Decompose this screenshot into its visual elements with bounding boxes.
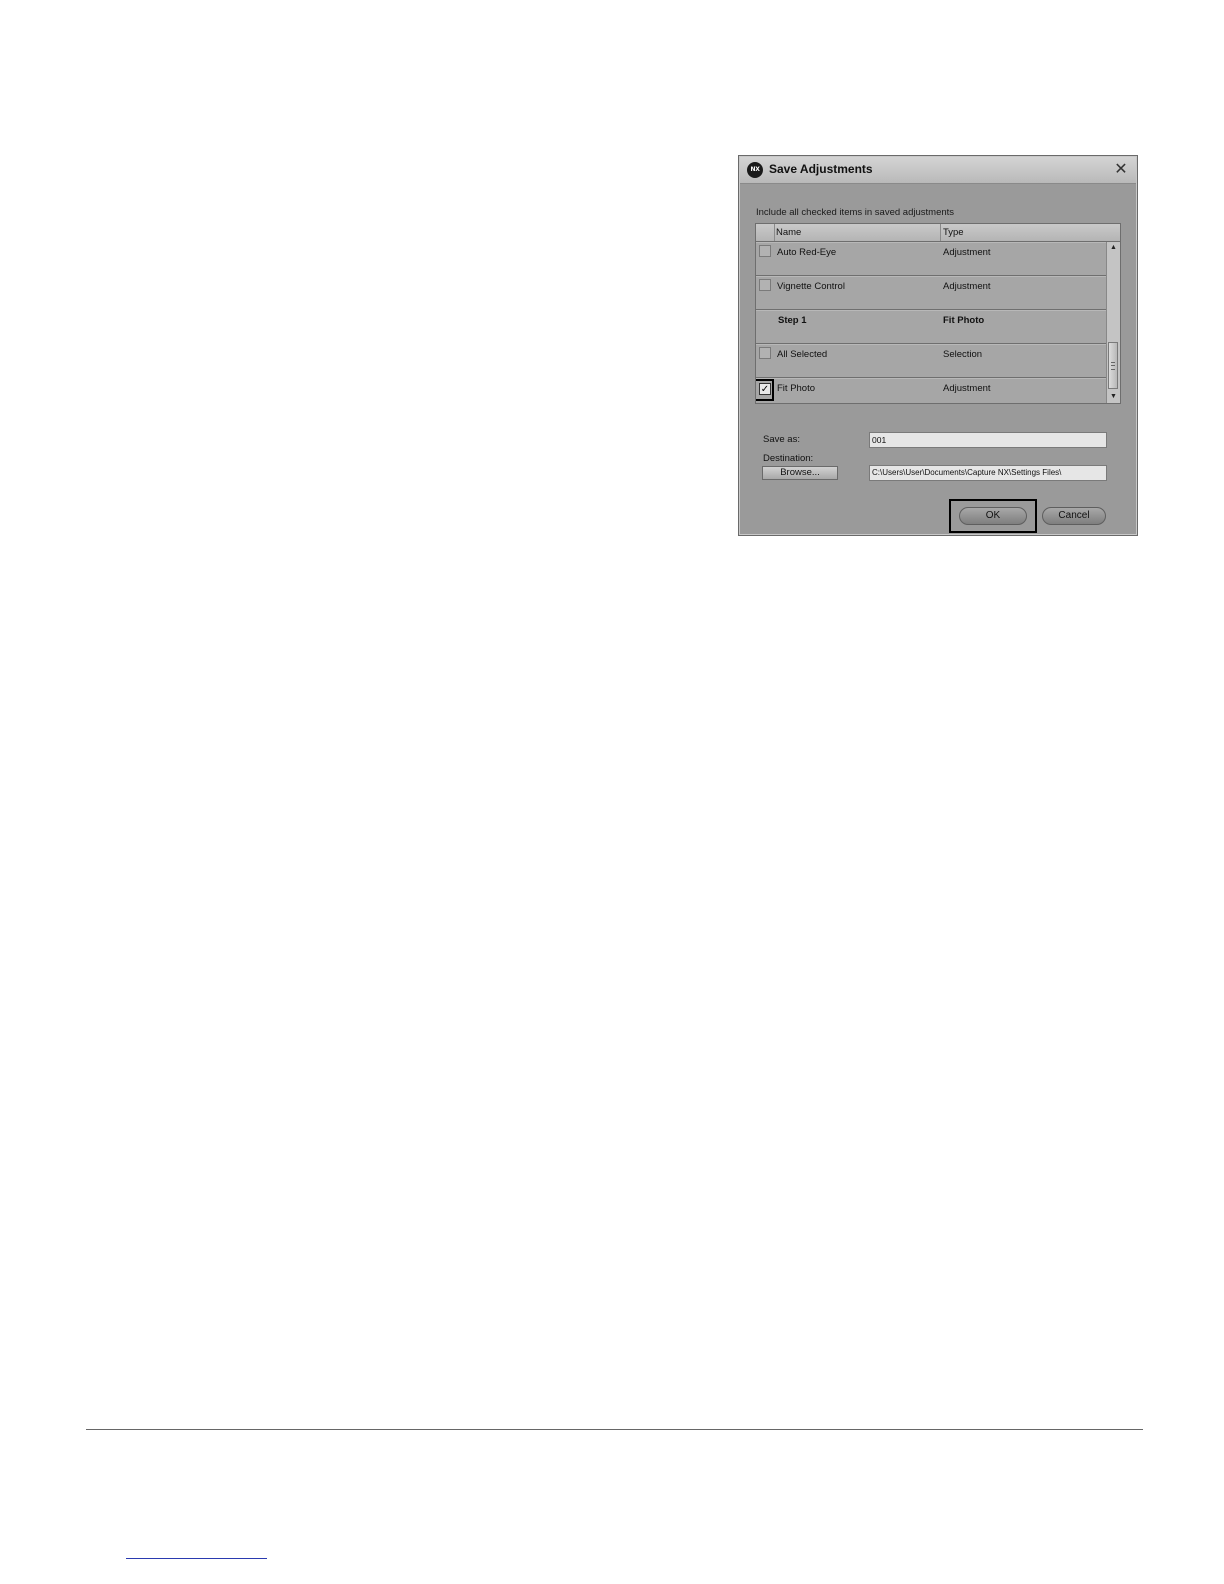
row-name: Vignette Control	[777, 281, 845, 292]
save-adjustments-dialog: NX Save Adjustments ✕ Include all checke…	[738, 155, 1138, 536]
table-body: Auto Red-Eye Adjustment Vignette Control…	[756, 242, 1107, 403]
save-as-input[interactable]: 001	[869, 432, 1107, 448]
browse-button[interactable]: Browse...	[762, 466, 838, 480]
destination-label: Destination:	[763, 453, 814, 464]
row-type: Fit Photo	[943, 315, 985, 326]
row-name: All Selected	[777, 349, 828, 360]
vertical-scrollbar[interactable]: ▲ ▼	[1106, 242, 1120, 403]
close-icon[interactable]: ✕	[1112, 160, 1130, 178]
row-type: Adjustment	[943, 281, 991, 292]
scrollbar-thumb[interactable]	[1108, 342, 1118, 389]
row-name: Auto Red-Eye	[777, 247, 837, 258]
cancel-button[interactable]: Cancel	[1042, 507, 1106, 525]
table-row[interactable]: Vignette Control Adjustment	[756, 276, 1107, 310]
column-header-type[interactable]: Type	[943, 227, 964, 238]
scroll-up-icon[interactable]: ▲	[1107, 242, 1120, 254]
column-header-name[interactable]: Name	[776, 227, 801, 238]
row-type: Selection	[943, 349, 983, 360]
scroll-down-icon[interactable]: ▼	[1107, 391, 1120, 403]
table-row[interactable]: ✓ Fit Photo Adjustment	[756, 378, 1107, 403]
save-as-label: Save as:	[763, 434, 800, 445]
callout-highlight-box	[949, 499, 1037, 533]
footer-link-underline[interactable]	[126, 1558, 267, 1559]
table-header: Name Type	[756, 224, 1120, 242]
header-check-column	[756, 224, 775, 241]
instruction-text: Include all checked items in saved adjus…	[756, 207, 955, 218]
dialog-titlebar[interactable]: NX Save Adjustments ✕	[740, 157, 1136, 184]
footer-divider	[86, 1429, 1143, 1430]
row-name: Fit Photo	[777, 383, 816, 394]
dialog-title: Save Adjustments	[769, 162, 873, 176]
table-row[interactable]: Auto Red-Eye Adjustment	[756, 242, 1107, 276]
row-type: Adjustment	[943, 247, 991, 258]
row-checkbox[interactable]	[759, 245, 771, 257]
destination-path-field[interactable]: C:\Users\User\Documents\Capture NX\Setti…	[869, 465, 1107, 481]
table-row-group[interactable]: Step 1 Fit Photo	[756, 310, 1107, 344]
column-divider	[940, 224, 941, 241]
callout-highlight-box	[756, 379, 774, 401]
app-logo-icon: NX	[747, 162, 763, 178]
adjustments-table: Name Type Auto Red-Eye Adjustment Vignet…	[755, 223, 1121, 404]
grip-icon	[1111, 362, 1115, 370]
table-row[interactable]: All Selected Selection	[756, 344, 1107, 378]
row-checkbox[interactable]	[759, 279, 771, 291]
row-checkbox[interactable]	[759, 347, 771, 359]
row-type: Adjustment	[943, 383, 991, 394]
row-name: Step 1	[778, 315, 807, 326]
